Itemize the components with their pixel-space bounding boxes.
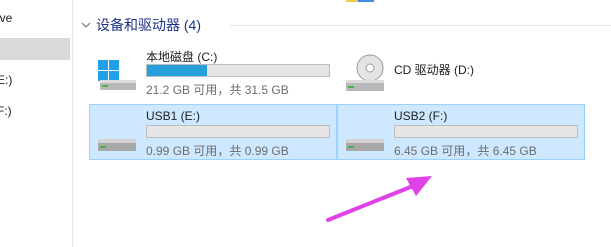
drive-tile-d[interactable]: CD 驱动器 (D:) [338, 44, 586, 100]
drive-space: 6.45 GB 可用，共 6.45 GB [394, 144, 537, 158]
drive-tile-c[interactable]: 本地磁盘 (C:) 21.2 GB 可用，共 31.5 GB [90, 44, 338, 100]
windows-drive-icon [98, 60, 136, 90]
usb-drive-icon [98, 139, 136, 151]
annotation-arrow-icon [326, 176, 432, 222]
usage-bar [146, 64, 330, 77]
nav-item-label: E:) [0, 73, 13, 87]
drive-name: USB1 (E:) [146, 109, 201, 123]
drive-name: 本地磁盘 (C:) [146, 50, 218, 64]
drive-tile-f[interactable]: USB2 (F:) 6.45 GB 可用，共 6.45 GB [337, 104, 585, 160]
usage-bar-fill [147, 65, 207, 76]
cd-drive-icon [346, 54, 384, 91]
usb-drive-icon [346, 139, 384, 151]
group-title: 设备和驱动器 (4) [96, 17, 201, 33]
usage-bar [146, 125, 330, 138]
nav-item-usb1[interactable]: E:) [0, 69, 70, 91]
usage-bar [394, 125, 578, 138]
drive-name: USB2 (F:) [394, 109, 448, 123]
chevron-down-icon [81, 22, 91, 28]
folder-icon [346, 0, 374, 2]
drive-space: 0.99 GB 可用，共 0.99 GB [146, 144, 289, 158]
nav-item-onedrive[interactable]: ive [0, 7, 70, 29]
group-divider [230, 25, 611, 26]
nav-item-label: ive [0, 11, 13, 25]
drive-space: 21.2 GB 可用，共 31.5 GB [146, 83, 289, 97]
drive-name: CD 驱动器 (D:) [394, 63, 474, 77]
nav-item-this-pc[interactable] [0, 38, 70, 60]
nav-item-label: F:) [0, 104, 12, 118]
drive-tile-e[interactable]: USB1 (E:) 0.99 GB 可用，共 0.99 GB [89, 104, 337, 160]
nav-item-usb2[interactable]: F:) [0, 100, 70, 122]
devices-group-header[interactable]: 设备和驱动器 (4) [80, 15, 201, 35]
navigation-pane: ive E:) F:) [0, 0, 73, 247]
